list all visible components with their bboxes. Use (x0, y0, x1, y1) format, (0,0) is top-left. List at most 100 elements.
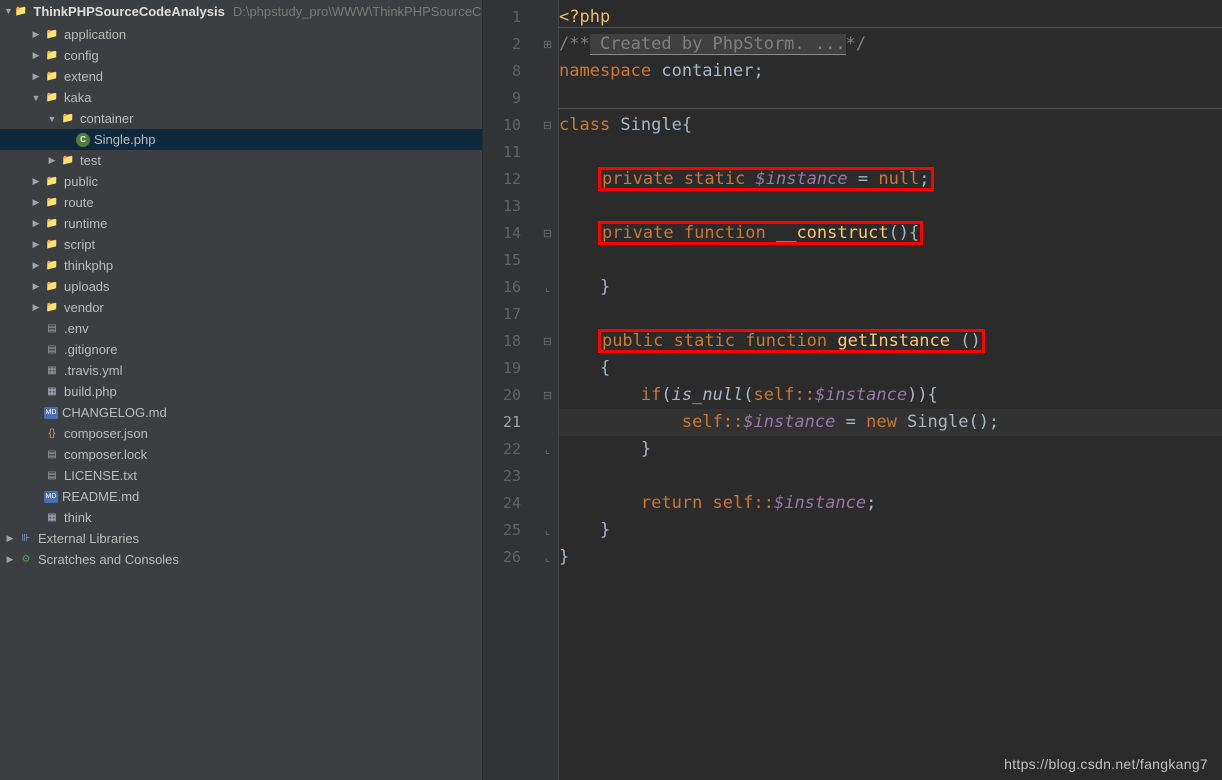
fold-marker[interactable]: ⌞ (537, 517, 558, 544)
line-number[interactable]: 22 (483, 436, 537, 463)
tree-item[interactable]: ▦build.php (0, 381, 482, 402)
line-number[interactable]: 23 (483, 463, 537, 490)
line-number[interactable]: 16 (483, 274, 537, 301)
project-root-row[interactable]: 📁 ThinkPHPSourceCodeAnalysis D:\phpstudy… (0, 0, 482, 22)
code-line: } (559, 436, 1222, 463)
line-number[interactable]: 21 (483, 409, 537, 436)
line-number[interactable]: 14 (483, 220, 537, 247)
chevron-right-icon[interactable] (30, 239, 42, 250)
tree-item[interactable]: MDREADME.md (0, 486, 482, 507)
chevron-right-icon[interactable] (30, 302, 42, 313)
chevron-right-icon[interactable] (30, 197, 42, 208)
code-line: } (559, 274, 1222, 301)
chevron-right-icon[interactable] (30, 29, 42, 40)
fold-marker[interactable]: ⌞ (537, 436, 558, 463)
chevron-right-icon[interactable] (30, 176, 42, 187)
line-number[interactable]: 25 (483, 517, 537, 544)
line-number[interactable]: 26 (483, 544, 537, 571)
tree-item[interactable]: 📁test (0, 150, 482, 171)
fold-marker[interactable]: ⊟ (537, 382, 558, 409)
line-number[interactable]: 19 (483, 355, 537, 382)
tree-item[interactable]: 📁public (0, 171, 482, 192)
tree-item[interactable]: ▤composer.lock (0, 444, 482, 465)
chevron-right-icon[interactable] (4, 554, 16, 565)
tree-item[interactable]: CSingle.php (0, 129, 482, 150)
tree-item[interactable]: ▦.travis.yml (0, 360, 482, 381)
line-number[interactable]: 10 (483, 112, 537, 139)
line-number[interactable]: 12 (483, 166, 537, 193)
fold-strip[interactable]: ⊞⊟⊟⌞⊟⊟⌞⌞⌞ (537, 0, 559, 780)
line-number[interactable]: 8 (483, 58, 537, 85)
folder-icon: 📁 (44, 300, 60, 316)
line-number[interactable]: 20 (483, 382, 537, 409)
tree-item-label: .gitignore (64, 342, 117, 357)
tree-item[interactable]: ▤LICENSE.txt (0, 465, 482, 486)
line-number[interactable]: 13 (483, 193, 537, 220)
tree-item-label: application (64, 27, 126, 42)
tree-item[interactable]: 📁extend (0, 66, 482, 87)
fold-marker[interactable]: ⊟ (537, 220, 558, 247)
tree-item[interactable]: 📁kaka (0, 87, 482, 108)
chevron-right-icon[interactable] (30, 260, 42, 271)
fold-marker[interactable] (537, 58, 558, 85)
editor-area: 12891011121314151617181920212223242526 ⊞… (483, 0, 1222, 780)
tree-item[interactable]: ▤.env (0, 318, 482, 339)
fold-marker[interactable]: ⌞ (537, 274, 558, 301)
code-area[interactable]: <?php /** Created by PhpStorm. ...*/ nam… (559, 0, 1222, 780)
fold-marker[interactable] (537, 4, 558, 31)
tree-item[interactable]: 📁vendor (0, 297, 482, 318)
file-icon: ▤ (44, 447, 60, 463)
fold-marker[interactable] (537, 193, 558, 220)
line-number[interactable]: 11 (483, 139, 537, 166)
chevron-down-icon[interactable] (30, 93, 42, 103)
file-tree[interactable]: 📁 application 📁config📁extend📁kaka📁containe… (0, 22, 482, 780)
tree-item[interactable]: 📁uploads (0, 276, 482, 297)
fold-marker[interactable] (537, 85, 558, 112)
fold-marker[interactable]: ⌞ (537, 544, 558, 571)
tree-item[interactable]: 📁runtime (0, 213, 482, 234)
chevron-right-icon[interactable] (30, 281, 42, 292)
tree-item[interactable]: MDCHANGELOG.md (0, 402, 482, 423)
fold-marker[interactable] (537, 490, 558, 517)
tree-item[interactable]: ⊪External Libraries (0, 528, 482, 549)
chevron-down-icon[interactable] (46, 114, 58, 124)
chevron-right-icon[interactable] (30, 50, 42, 61)
fold-marker[interactable]: ⊟ (537, 328, 558, 355)
chevron-right-icon[interactable] (4, 533, 16, 544)
fold-marker[interactable]: ⊞ (537, 31, 558, 58)
md-icon: MD (44, 407, 58, 419)
fold-marker[interactable] (537, 301, 558, 328)
line-gutter[interactable]: 12891011121314151617181920212223242526 (483, 0, 537, 780)
fold-marker[interactable] (537, 247, 558, 274)
line-number[interactable]: 9 (483, 85, 537, 112)
fold-marker[interactable] (537, 463, 558, 490)
tree-item[interactable]: {}composer.json (0, 423, 482, 444)
fold-marker[interactable] (537, 409, 558, 436)
line-number[interactable]: 18 (483, 328, 537, 355)
tree-item[interactable]: 📁route (0, 192, 482, 213)
line-number[interactable]: 1 (483, 4, 537, 31)
fold-marker[interactable] (537, 139, 558, 166)
line-number[interactable]: 2 (483, 31, 537, 58)
fold-marker[interactable]: ⊟ (537, 112, 558, 139)
tree-item[interactable]: ▤.gitignore (0, 339, 482, 360)
line-number[interactable]: 15 (483, 247, 537, 274)
folder-icon: 📁 (44, 48, 60, 64)
line-number[interactable]: 17 (483, 301, 537, 328)
folder-icon: 📁 (44, 27, 60, 43)
fold-marker[interactable] (537, 166, 558, 193)
chevron-down-icon[interactable] (4, 6, 13, 16)
chevron-right-icon[interactable] (46, 155, 58, 166)
line-number[interactable]: 24 (483, 490, 537, 517)
tree-item[interactable]: ▦think (0, 507, 482, 528)
tree-item[interactable]: 📁script (0, 234, 482, 255)
tree-item[interactable]: ⚙Scratches and Consoles (0, 549, 482, 570)
tree-item[interactable]: 📁 application (0, 24, 482, 45)
tree-item[interactable]: 📁thinkphp (0, 255, 482, 276)
tree-item[interactable]: 📁config (0, 45, 482, 66)
tree-item[interactable]: 📁container (0, 108, 482, 129)
chevron-right-icon[interactable] (30, 218, 42, 229)
highlight-box: private function __construct(){ (600, 223, 921, 243)
chevron-right-icon[interactable] (30, 71, 42, 82)
fold-marker[interactable] (537, 355, 558, 382)
